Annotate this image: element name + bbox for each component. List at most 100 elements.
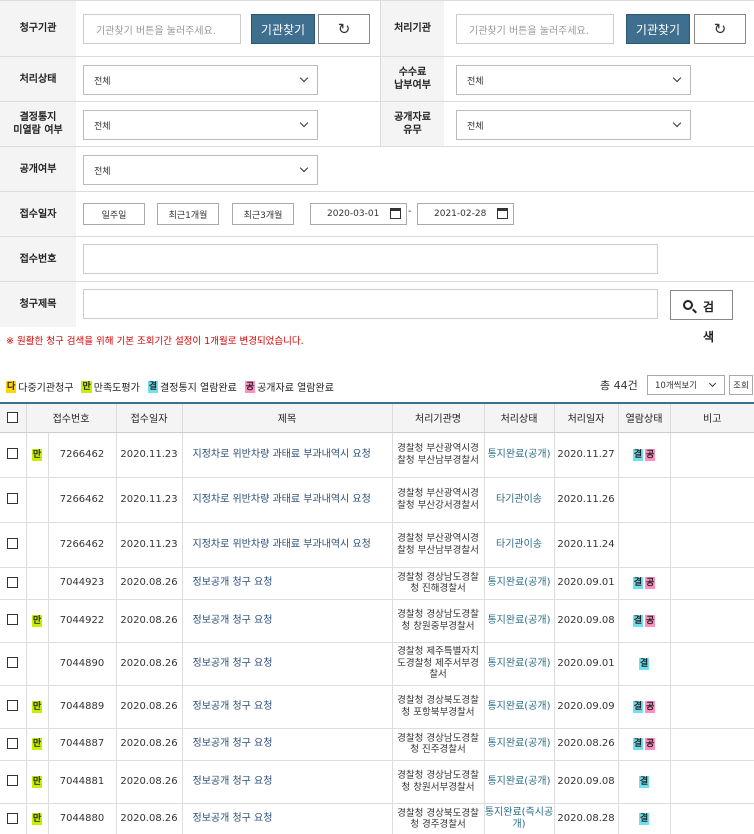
calendar-icon[interactable] — [390, 208, 401, 219]
table-row[interactable]: 만 7044922 2020.08.26 정보공개 청구 요청 경찰청 경상남도경찰청 … — [0, 599, 754, 643]
chevron-down-icon — [299, 118, 309, 128]
recv-no-label: 접수번호 — [0, 237, 76, 281]
row-check-cell — [0, 685, 26, 729]
title-label: 청구제목 — [0, 282, 76, 327]
notice-label-line2: 미열람 여부 — [13, 125, 63, 136]
recv-date: 2020.08.26 — [115, 803, 182, 834]
col-title[interactable]: 제목 — [181, 402, 392, 433]
row-check-cell — [0, 642, 26, 686]
legend: 다 다중기관청구 만 만족도평가 결 결정통지 열람완료 공 공개자료 열람완료 — [6, 379, 334, 394]
col-recv-no[interactable]: 접수번호 — [25, 402, 116, 433]
select-all-checkbox[interactable] — [7, 412, 19, 423]
table-row[interactable]: 7044923 2020.08.26 정보공개 청구 요청 경찰청 경상남도경찰청 진… — [0, 567, 754, 600]
proc-status: 통지완료(공개) — [483, 760, 554, 804]
results-table: 접수번호 접수일자 제목 처리기관명 처리상태 처리일자 열람상태 비고 만 72… — [0, 402, 754, 834]
table-row[interactable]: 만 7266462 2020.11.23 지정차로 위반차량 과태료 부과내역시 요청… — [0, 432, 754, 478]
table-row[interactable]: 만 7044889 2020.08.26 정보공개 청구 요청 경찰청 경상북도경찰청 … — [0, 685, 754, 729]
legend-label: 다중기관청구 — [18, 383, 74, 394]
badge-cell — [25, 477, 48, 523]
claim-org-refresh-button[interactable]: ↻ — [318, 14, 370, 44]
recv-no: 7044880 — [47, 803, 116, 834]
row-checkbox[interactable] — [7, 812, 19, 824]
recv-no: 7044923 — [47, 567, 116, 600]
per-page-value: 10개씩보기 — [655, 381, 698, 391]
fee-select[interactable]: 전체 — [456, 65, 691, 95]
recv-date: 2020.08.26 — [115, 642, 182, 686]
col-status[interactable]: 처리상태 — [483, 402, 554, 433]
table-row[interactable]: 7266462 2020.11.23 지정차로 위반차량 과태료 부과내역시 요청 경… — [0, 522, 754, 568]
notice-select[interactable]: 전체 — [83, 110, 318, 140]
per-page-select[interactable]: 10개씩보기 — [647, 375, 725, 395]
badge-cell: 만 — [25, 728, 48, 761]
remark — [669, 760, 754, 804]
badge-cell: 만 — [25, 803, 48, 834]
col-proc-date[interactable]: 처리일자 — [553, 402, 618, 433]
table-row[interactable]: 만 7044880 2020.08.26 정보공개 청구 요청 경찰청 경상북도경찰청 … — [0, 803, 754, 834]
data-badge-icon: 공 — [645, 448, 656, 461]
title-link[interactable]: 정보공개 청구 요청 — [181, 599, 392, 643]
proc-org-find-button[interactable]: 기관찾기 — [626, 14, 690, 44]
recv-no: 7266462 — [47, 522, 116, 568]
proc-org-refresh-button[interactable]: ↻ — [694, 14, 746, 44]
proc-status: 타기관이송 — [483, 477, 554, 523]
data-select[interactable]: 전체 — [456, 110, 691, 140]
title-link[interactable]: 정보공개 청구 요청 — [181, 728, 392, 761]
title-link[interactable]: 지정차로 위반차량 과태료 부과내역시 요청 — [181, 432, 392, 478]
period-1month-button[interactable]: 최근1개월 — [157, 203, 219, 225]
claim-org-find-button[interactable]: 기관찾기 — [251, 14, 315, 44]
row-checkbox[interactable] — [7, 700, 19, 712]
recv-no-input[interactable] — [83, 244, 658, 274]
row-checkbox[interactable] — [7, 493, 19, 505]
title-link[interactable]: 지정차로 위반차량 과태료 부과내역시 요청 — [181, 477, 392, 523]
proc-org-input[interactable]: 기관찾기 버튼을 눌러주세요. — [456, 14, 614, 44]
date-to-input[interactable]: 2021-02-28 — [417, 203, 514, 225]
table-row[interactable]: 만 7044887 2020.08.26 정보공개 청구 요청 경찰청 경상남도경찰청 … — [0, 728, 754, 761]
title-link[interactable]: 정보공개 청구 요청 — [181, 567, 392, 600]
period-3month-button[interactable]: 최근3개월 — [232, 203, 294, 225]
row-checkbox[interactable] — [7, 576, 19, 588]
col-view-status[interactable]: 열람상태 — [617, 402, 670, 433]
period-1week-button[interactable]: 일주일 — [83, 203, 145, 225]
decision-badge-icon: 결 — [638, 657, 650, 670]
claim-org-input[interactable]: 기관찾기 버튼을 눌러주세요. — [83, 14, 241, 44]
refresh-icon: ↻ — [713, 20, 727, 38]
title-link[interactable]: 정보공개 청구 요청 — [181, 642, 392, 686]
open-select[interactable]: 전체 — [83, 155, 318, 185]
row-checkbox[interactable] — [7, 737, 19, 749]
view-status: 결공 — [617, 567, 670, 600]
recv-date: 2020.08.26 — [115, 567, 182, 600]
table-row[interactable]: 7266462 2020.11.23 지정차로 위반차량 과태료 부과내역시 요청 경… — [0, 477, 754, 523]
row-checkbox[interactable] — [7, 538, 19, 550]
title-input[interactable] — [83, 289, 658, 319]
title-link[interactable]: 정보공개 청구 요청 — [181, 685, 392, 729]
multi-badge-icon: 다 — [6, 380, 17, 393]
form-row-status: 처리상태 전체 수수료 납부여부 전체 — [0, 57, 754, 102]
remark — [669, 599, 754, 643]
calendar-icon[interactable] — [497, 208, 508, 219]
badge-cell: 만 — [25, 599, 48, 643]
row-checkbox[interactable] — [7, 657, 19, 669]
date-from-input[interactable]: 2020-03-01 — [310, 203, 407, 225]
table-row[interactable]: 7044890 2020.08.26 정보공개 청구 요청 경찰청 제주특별자치도경찰… — [0, 642, 754, 686]
chevron-down-icon — [299, 163, 309, 173]
data-badge-icon: 공 — [244, 380, 256, 393]
satisfaction-badge-icon: 만 — [81, 380, 92, 393]
row-checkbox[interactable] — [7, 448, 19, 460]
col-recv-date[interactable]: 접수일자 — [115, 402, 182, 433]
row-checkbox[interactable] — [7, 614, 19, 626]
proc-status-select[interactable]: 전체 — [83, 65, 318, 95]
fee-label-line2: 납부여부 — [394, 80, 431, 91]
view-status — [617, 477, 670, 523]
title-link[interactable]: 정보공개 청구 요청 — [181, 803, 392, 834]
form-row-date: 접수일자 일주일 최근1개월 최근3개월 2020-03-01 - 2021-0… — [0, 192, 754, 237]
search-button[interactable]: 검 색 — [670, 290, 733, 344]
chevron-down-icon — [672, 118, 682, 128]
row-checkbox[interactable] — [7, 775, 19, 787]
view-status: 결공 — [617, 432, 670, 478]
view-button[interactable]: 조회 — [729, 375, 753, 395]
title-link[interactable]: 정보공개 청구 요청 — [181, 760, 392, 804]
table-row[interactable]: 만 7044881 2020.08.26 정보공개 청구 요청 경찰청 경상남도경찰청 … — [0, 760, 754, 804]
col-org[interactable]: 처리기관명 — [391, 402, 484, 433]
title-link[interactable]: 지정차로 위반차량 과태료 부과내역시 요청 — [181, 522, 392, 568]
decision-badge-icon: 결 — [147, 380, 159, 393]
